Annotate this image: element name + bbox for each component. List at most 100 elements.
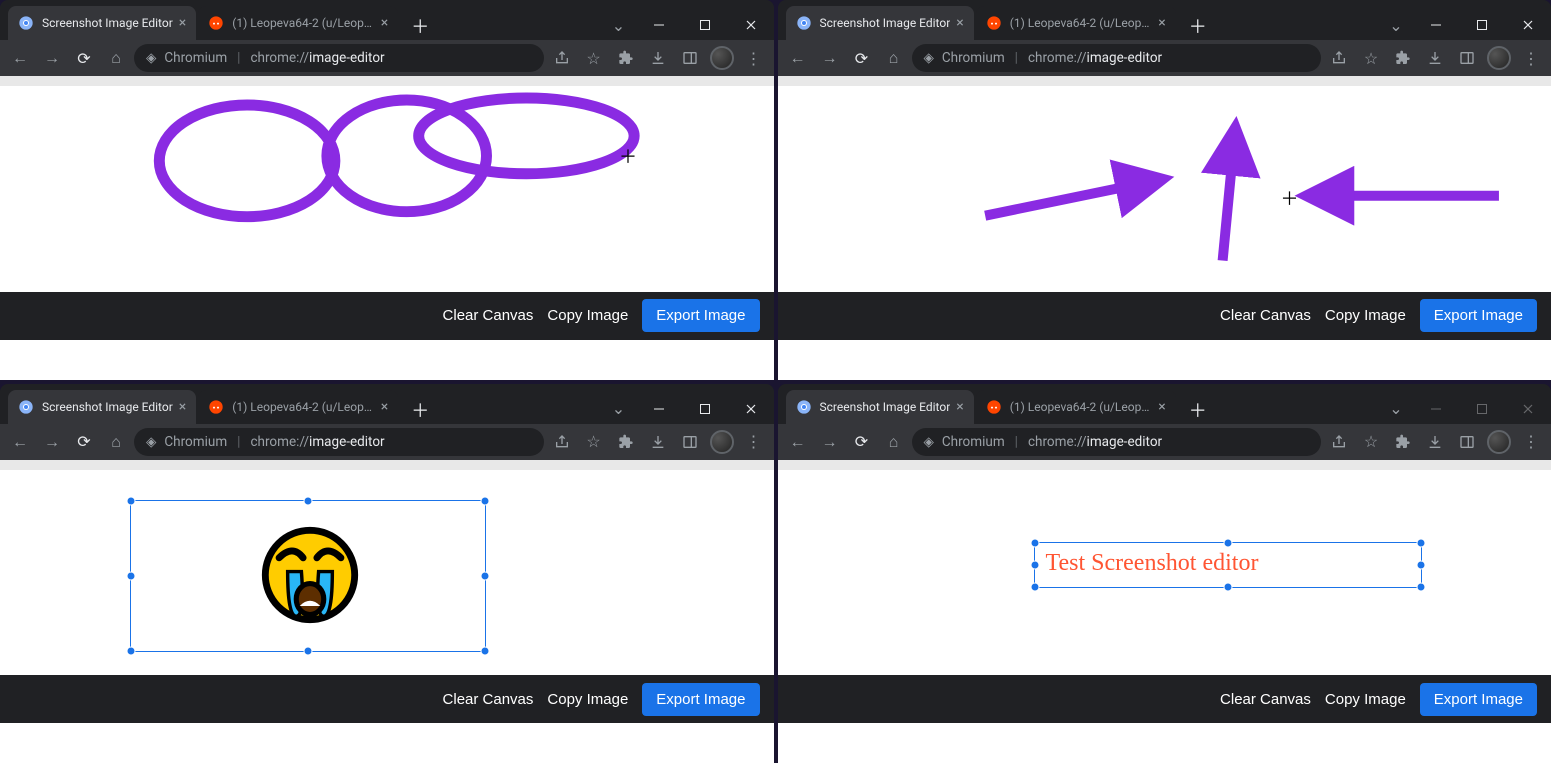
forward-icon[interactable]: → [38,428,66,456]
resize-handle-ne[interactable] [481,496,490,505]
copy-image-button[interactable]: Copy Image [1325,691,1406,708]
new-tab-button[interactable]: ＋ [1184,396,1212,424]
export-image-button[interactable]: Export Image [642,299,759,332]
resize-handle-e[interactable] [1416,560,1425,569]
downloads-icon[interactable] [1421,428,1449,456]
omnibox[interactable]: ◈ Chromium | chrome://image-editor [912,44,1322,72]
close-button[interactable] [1505,394,1551,424]
canvas[interactable] [0,470,774,676]
minimize-button[interactable] [636,10,682,40]
close-button[interactable] [728,10,774,40]
loudly-crying-face-emoji-icon[interactable] [255,520,365,634]
back-icon[interactable]: ← [784,428,812,456]
menu-icon[interactable]: ⋮ [740,428,768,456]
extensions-icon[interactable] [1389,428,1417,456]
clear-canvas-button[interactable]: Clear Canvas [1220,691,1311,708]
tab-close-icon[interactable]: × [1158,15,1165,31]
clear-canvas-button[interactable]: Clear Canvas [443,307,534,324]
profile-avatar[interactable] [1485,428,1513,456]
menu-icon[interactable]: ⋮ [1517,44,1545,72]
reload-icon[interactable]: ⟳ [70,428,98,456]
tab-reddit[interactable]: (1) Leopeva64-2 (u/Leopeva64-2 × [198,390,398,424]
profile-avatar[interactable] [708,44,736,72]
tab-screenshot-editor[interactable]: Screenshot Image Editor × [786,6,974,40]
canvas[interactable]: ＋ [778,86,1551,292]
profile-avatar[interactable] [1485,44,1513,72]
bookmark-icon[interactable]: ☆ [580,428,608,456]
canvas[interactable]: Test Screenshot editor [778,470,1551,676]
resize-handle-sw[interactable] [127,646,136,655]
reload-icon[interactable]: ⟳ [70,44,98,72]
reload-icon[interactable]: ⟳ [848,44,876,72]
resize-handle-se[interactable] [481,646,490,655]
resize-handle-n[interactable] [1223,538,1232,547]
resize-handle-w[interactable] [127,571,136,580]
new-tab-button[interactable]: ＋ [406,396,434,424]
export-image-button[interactable]: Export Image [1420,683,1537,716]
canvas-text-element[interactable]: Test Screenshot editor [1046,550,1259,577]
home-icon[interactable]: ⌂ [102,428,130,456]
maximize-button[interactable] [1459,394,1505,424]
resize-handle-se[interactable] [1416,582,1425,591]
forward-icon[interactable]: → [38,44,66,72]
back-icon[interactable]: ← [6,44,34,72]
clear-canvas-button[interactable]: Clear Canvas [1220,307,1311,324]
share-icon[interactable] [548,44,576,72]
tab-screenshot-editor[interactable]: Screenshot Image Editor × [8,6,196,40]
minimize-button[interactable] [1413,394,1459,424]
resize-handle-n[interactable] [304,496,313,505]
resize-handle-s[interactable] [1223,582,1232,591]
back-icon[interactable]: ← [784,44,812,72]
share-icon[interactable] [548,428,576,456]
export-image-button[interactable]: Export Image [1420,299,1537,332]
site-info-icon[interactable]: ◈ [146,50,156,66]
tab-close-icon[interactable]: × [1158,399,1165,415]
home-icon[interactable]: ⌂ [880,44,908,72]
close-button[interactable] [728,394,774,424]
tab-search-chevron-icon[interactable]: ⌄ [602,394,636,424]
minimize-button[interactable] [1413,10,1459,40]
site-info-icon[interactable]: ◈ [924,434,934,450]
tab-close-icon[interactable]: × [179,399,186,415]
resize-handle-w[interactable] [1030,560,1039,569]
site-info-icon[interactable]: ◈ [146,434,156,450]
maximize-button[interactable] [1459,10,1505,40]
resize-handle-ne[interactable] [1416,538,1425,547]
clear-canvas-button[interactable]: Clear Canvas [443,691,534,708]
tab-reddit[interactable]: (1) Leopeva64-2 (u/Leopeva64-2 × [976,390,1176,424]
bookmark-icon[interactable]: ☆ [1357,428,1385,456]
side-panel-icon[interactable] [676,428,704,456]
resize-handle-nw[interactable] [127,496,136,505]
resize-handle-nw[interactable] [1030,538,1039,547]
extensions-icon[interactable] [1389,44,1417,72]
copy-image-button[interactable]: Copy Image [547,307,628,324]
site-info-icon[interactable]: ◈ [924,50,934,66]
new-tab-button[interactable]: ＋ [1184,12,1212,40]
resize-handle-s[interactable] [304,646,313,655]
forward-icon[interactable]: → [816,428,844,456]
menu-icon[interactable]: ⋮ [740,44,768,72]
side-panel-icon[interactable] [1453,428,1481,456]
close-button[interactable] [1505,10,1551,40]
share-icon[interactable] [1325,428,1353,456]
back-icon[interactable]: ← [6,428,34,456]
omnibox[interactable]: ◈ Chromium | chrome://image-editor [134,428,544,456]
share-icon[interactable] [1325,44,1353,72]
extensions-icon[interactable] [612,44,640,72]
tab-reddit[interactable]: (1) Leopeva64-2 (u/Leopeva64-2 × [976,6,1176,40]
downloads-icon[interactable] [644,44,672,72]
bookmark-icon[interactable]: ☆ [1357,44,1385,72]
new-tab-button[interactable]: ＋ [406,12,434,40]
tab-close-icon[interactable]: × [381,15,388,31]
tab-close-icon[interactable]: × [179,15,186,31]
minimize-button[interactable] [636,394,682,424]
tab-search-chevron-icon[interactable]: ⌄ [602,10,636,40]
downloads-icon[interactable] [1421,44,1449,72]
home-icon[interactable]: ⌂ [880,428,908,456]
bookmark-icon[interactable]: ☆ [580,44,608,72]
copy-image-button[interactable]: Copy Image [1325,307,1406,324]
side-panel-icon[interactable] [676,44,704,72]
reload-icon[interactable]: ⟳ [848,428,876,456]
tab-reddit[interactable]: (1) Leopeva64-2 (u/Leopeva64-2 × [198,6,398,40]
forward-icon[interactable]: → [816,44,844,72]
